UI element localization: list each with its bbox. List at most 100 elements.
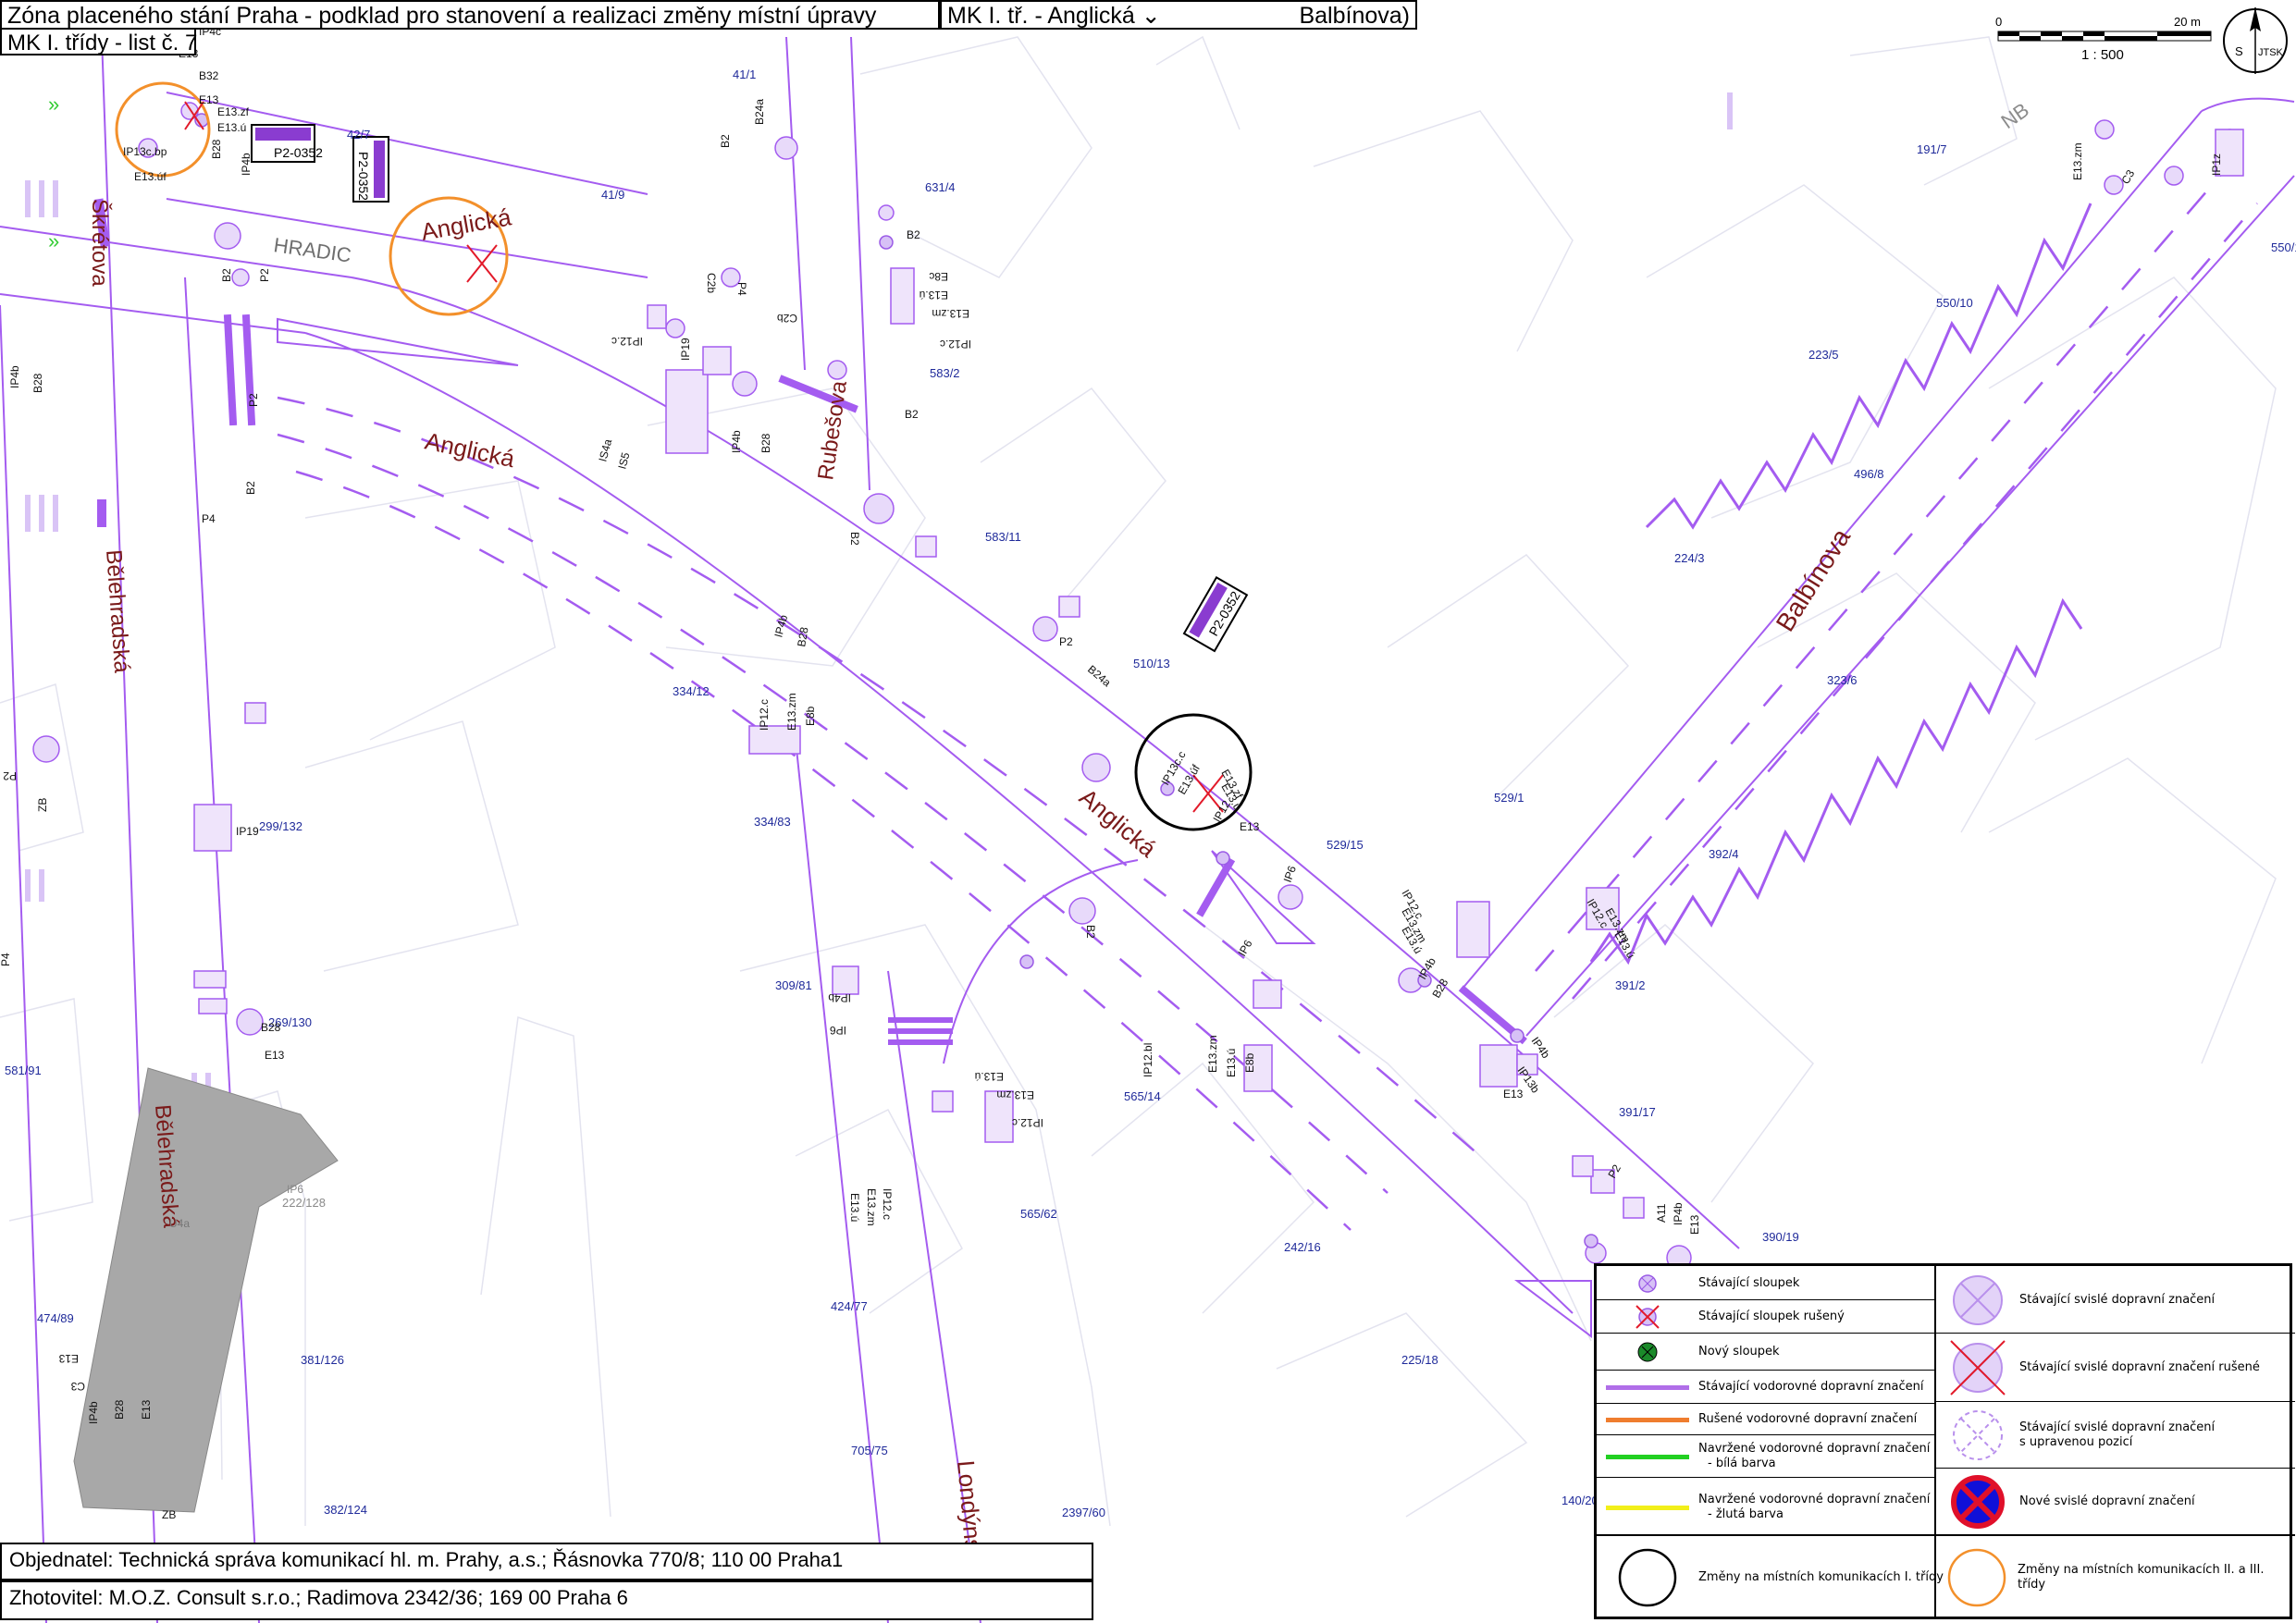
svg-text:B28: B28	[261, 1021, 281, 1034]
street-londynska: Londýns	[952, 1459, 987, 1553]
street-anglicka-mid: Anglická	[423, 427, 518, 473]
legend-label: Stávající sloupek rušený	[1698, 1309, 1845, 1323]
svg-text:B28: B28	[31, 373, 44, 393]
p2-sign-top-text: P2-0352	[274, 145, 323, 160]
legend-class1-change: Změny na místních komunikacích I. třídy	[1597, 1540, 1944, 1616]
svg-text:474/89: 474/89	[37, 1311, 74, 1325]
svg-text:496/8: 496/8	[1854, 467, 1884, 481]
p2-sign-mid: P2-0352	[1182, 576, 1249, 653]
scale-zero: 0	[1995, 15, 2002, 29]
north-arrow: S JTSK	[2223, 7, 2288, 74]
svg-text:E13.ú: E13.ú	[217, 121, 246, 134]
svg-text:B2: B2	[719, 134, 732, 148]
svg-text:IP12.c: IP12.c	[758, 699, 771, 731]
svg-text:IS5: IS5	[615, 450, 632, 470]
svg-text:41/9: 41/9	[601, 188, 624, 202]
svg-text:391/17: 391/17	[1619, 1105, 1656, 1119]
svg-text:382/124: 382/124	[324, 1503, 367, 1517]
orange-line-icon	[1606, 1417, 1689, 1422]
legend: Stávající sloupek Stávající sloupek ruše…	[1594, 1263, 2295, 1619]
legend-sublabel: s upravenou pozicí	[2019, 1435, 2133, 1449]
scale-bar: 0 20 m 1 : 500	[1995, 15, 2212, 63]
svg-text:391/2: 391/2	[1615, 978, 1646, 992]
street-anglicka-low: Anglická	[1074, 783, 1162, 863]
svg-text:IP12.c: IP12.c	[1012, 1116, 1043, 1129]
street-balbinova: Balbínova	[1771, 523, 1857, 636]
svg-text:581/91: 581/91	[5, 1064, 42, 1077]
legend-label: Nový sloupek	[1698, 1344, 1780, 1359]
svg-text:IP4b: IP4b	[772, 613, 790, 639]
svg-text:550/1: 550/1	[2271, 240, 2296, 254]
island-hatch	[277, 317, 519, 366]
green-line-icon	[1606, 1454, 1689, 1459]
svg-text:C2b: C2b	[777, 312, 797, 325]
svg-text:E13.ú: E13.ú	[848, 1193, 861, 1222]
client-info: Objednatel: Technická správa komunikací …	[0, 1543, 1093, 1580]
svg-text:E13.zf: E13.zf	[217, 105, 250, 118]
green-markings: » »	[48, 92, 59, 252]
svg-text:390/19: 390/19	[1762, 1230, 1799, 1244]
svg-text:IP4b: IP4b	[1672, 1202, 1685, 1225]
svg-text:705/75: 705/75	[851, 1444, 888, 1457]
svg-text:IP12.c: IP12.c	[881, 1188, 894, 1220]
legend-existing-post: Stávající sloupek	[1597, 1270, 1799, 1297]
legend-label: Navržené vodorovné dopravní značení	[1698, 1492, 1931, 1506]
svg-text:E13: E13	[265, 1049, 285, 1062]
legend-label: Stávající svislé dopravní značení	[2019, 1292, 2216, 1307]
svg-text:140/20: 140/20	[1562, 1494, 1599, 1507]
svg-text:»: »	[48, 92, 59, 116]
svg-text:242/16: 242/16	[1284, 1240, 1321, 1254]
svg-text:392/4: 392/4	[1709, 847, 1739, 861]
legend-cancelled-marking: Rušené vodorovné dopravní značení	[1597, 1406, 1917, 1433]
new-post-icon	[1637, 1342, 1658, 1362]
legend-label: Rušené vodorovné dopravní značení	[1698, 1411, 1918, 1426]
svg-text:E13.ú: E13.ú	[1225, 1049, 1238, 1077]
svg-text:565/14: 565/14	[1124, 1089, 1161, 1103]
balbinova-zigzag	[1589, 597, 2083, 965]
svg-text:E13.zm: E13.zm	[996, 1088, 1034, 1101]
svg-text:P2: P2	[1059, 635, 1073, 648]
svg-text:IP12.c: IP12.c	[611, 335, 643, 348]
svg-text:IP1z: IP1z	[2210, 154, 2223, 176]
moved-sign-icon	[1953, 1410, 2003, 1460]
svg-text:IP4b: IP4b	[828, 991, 851, 1004]
svg-text:529/15: 529/15	[1327, 838, 1364, 852]
legend-cancelled-post: Stávající sloupek rušený	[1597, 1303, 1845, 1331]
svg-text:E13: E13	[199, 93, 219, 106]
orange-circle-icon	[1947, 1548, 2006, 1607]
legend-sublabel: - bílá barva	[1708, 1457, 1776, 1470]
section-title: MK I. tř. - Anglická ⌄ Balbínova)	[940, 0, 1417, 30]
svg-text:B28: B28	[113, 1399, 126, 1420]
cancelled-sign-icon	[1950, 1340, 2006, 1396]
legend-label: Stávající sloupek	[1698, 1275, 1800, 1290]
svg-text:E13.zm: E13.zm	[2071, 142, 2084, 180]
legend-label: Změny na místních komunikacích II. a III…	[2018, 1562, 2265, 1592]
svg-text:B32: B32	[199, 69, 219, 82]
svg-text:550/10: 550/10	[1936, 296, 1973, 310]
svg-text:191/7: 191/7	[1917, 142, 1947, 156]
svg-text:B2: B2	[905, 408, 919, 421]
svg-text:P4: P4	[735, 282, 748, 296]
legend-cancelled-sign: Stávající svislé dopravní značení rušené	[1936, 1336, 2260, 1399]
svg-text:E13.zm: E13.zm	[785, 693, 798, 731]
svg-text:583/11: 583/11	[985, 530, 1021, 544]
svg-text:C2b: C2b	[705, 273, 718, 293]
legend-sublabel: - žlutá barva	[1708, 1507, 1784, 1521]
svg-text:E8b: E8b	[1243, 1052, 1256, 1073]
legend-new-post: Nový sloupek	[1597, 1338, 1780, 1366]
legend-label: Stávající svislé dopravní značení	[2019, 1420, 2216, 1434]
svg-text:E13: E13	[1240, 820, 1260, 833]
svg-text:565/62: 565/62	[1020, 1207, 1057, 1221]
change-circle-orange-1[interactable]	[115, 81, 211, 178]
svg-text:42/7: 42/7	[347, 128, 370, 141]
svg-text:583/2: 583/2	[930, 366, 960, 380]
svg-text:510/13: 510/13	[1133, 657, 1170, 670]
legend-moved-sign: Stávající svislé dopravní značení s uprav…	[1936, 1405, 2215, 1466]
svg-text:IP12.c: IP12.c	[940, 338, 971, 350]
svg-text:P2: P2	[3, 769, 17, 782]
svg-text:E13: E13	[140, 1399, 153, 1420]
p2-sign-top: P2-0352	[251, 124, 323, 163]
svg-text:B28: B28	[210, 139, 223, 159]
svg-text:E13.zm: E13.zm	[932, 307, 969, 320]
svg-text:334/83: 334/83	[754, 815, 791, 829]
